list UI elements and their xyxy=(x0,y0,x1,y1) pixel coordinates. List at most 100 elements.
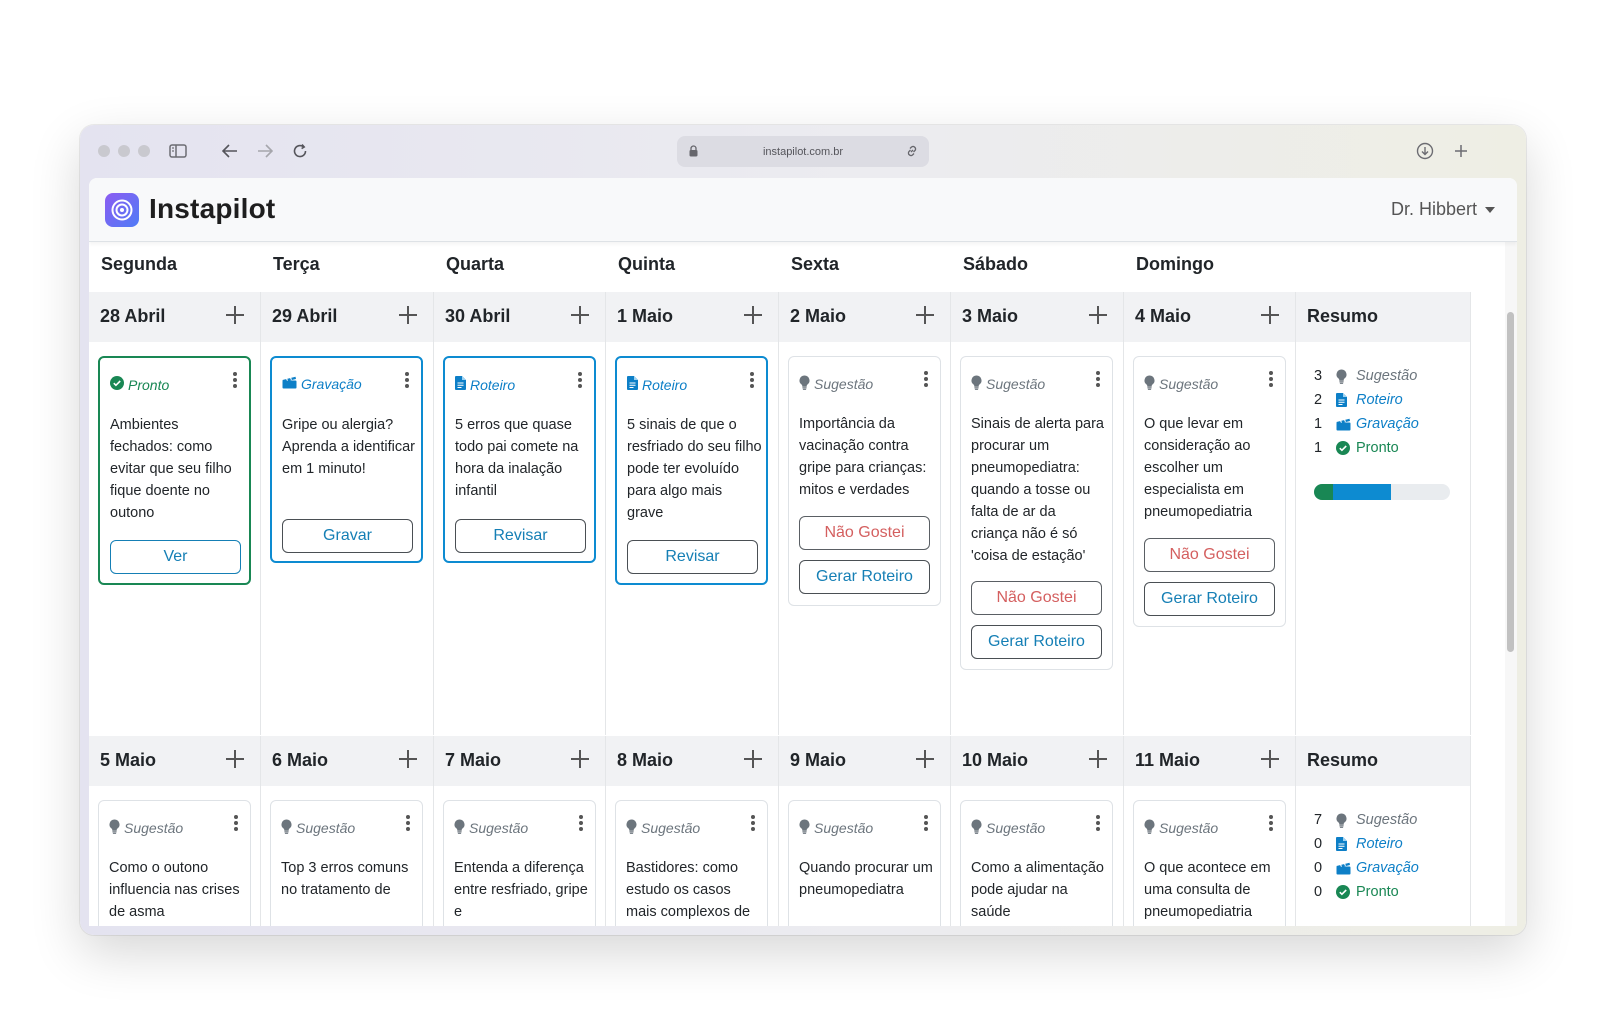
lightbulb-icon xyxy=(281,819,292,837)
generate-script-button[interactable]: Gerar Roteiro xyxy=(1144,582,1275,616)
summary-label: Pronto xyxy=(1356,440,1399,456)
more-options-icon[interactable] xyxy=(1269,371,1273,387)
post-card[interactable]: Sugestão O que levar em consideração ao e… xyxy=(1133,356,1286,627)
post-title: Como o outono influencia nas crises de a… xyxy=(109,860,240,920)
add-post-icon[interactable] xyxy=(571,306,589,324)
add-post-icon[interactable] xyxy=(1089,306,1107,324)
status-label: Roteiro xyxy=(642,376,688,393)
instapilot-logo[interactable] xyxy=(105,193,139,227)
add-post-icon[interactable] xyxy=(1261,306,1279,324)
lightbulb-icon xyxy=(799,819,810,837)
add-post-icon[interactable] xyxy=(744,306,762,324)
post-card[interactable]: Roteiro 5 erros que quase todo pai comete… xyxy=(443,356,596,563)
dislike-button[interactable]: Não Gostei xyxy=(1144,538,1275,572)
new-tab-icon[interactable] xyxy=(1447,137,1475,165)
add-post-icon[interactable] xyxy=(1089,750,1107,768)
more-options-icon[interactable] xyxy=(924,371,928,387)
add-post-icon[interactable] xyxy=(1261,750,1279,768)
post-card[interactable]: Sugestão Top 3 erros comuns no tratamento… xyxy=(270,800,423,926)
add-post-icon[interactable] xyxy=(226,306,244,324)
post-card[interactable]: Sugestão Como a alimentação pode ajudar n… xyxy=(960,800,1113,926)
review-button[interactable]: Revisar xyxy=(455,519,586,553)
review-button[interactable]: Revisar xyxy=(627,540,758,574)
post-card[interactable]: Sugestão Como o outono influencia nas cri… xyxy=(98,800,251,926)
dislike-button[interactable]: Não Gostei xyxy=(971,581,1102,615)
add-post-icon[interactable] xyxy=(744,750,762,768)
post-title: Ambientes fechados: como evitar que seu … xyxy=(110,417,232,521)
weekly-summary: 3 Sugestão 2 Roteiro 1 Gravação 1 Pronto xyxy=(1314,364,1454,460)
more-options-icon[interactable] xyxy=(924,815,928,831)
post-card[interactable]: Sugestão Quando procurar um pneumopediatr… xyxy=(788,800,941,926)
close-window-button[interactable] xyxy=(98,145,110,157)
generate-script-button[interactable]: Gerar Roteiro xyxy=(799,560,930,594)
more-options-icon[interactable] xyxy=(579,815,583,831)
brand-name[interactable]: Instapilot xyxy=(149,193,275,225)
more-options-icon[interactable] xyxy=(405,372,409,388)
more-options-icon[interactable] xyxy=(234,815,238,831)
scrollbar-thumb[interactable] xyxy=(1507,312,1514,652)
caret-down-icon xyxy=(1485,206,1495,213)
lightbulb-icon xyxy=(799,375,810,393)
sidebar-toggle-icon[interactable] xyxy=(164,137,192,165)
post-title: Bastidores: como estudo os casos mais co… xyxy=(626,860,751,920)
more-options-icon[interactable] xyxy=(751,815,755,831)
add-post-icon[interactable] xyxy=(916,306,934,324)
document-icon xyxy=(1336,837,1354,851)
generate-script-button[interactable]: Gerar Roteiro xyxy=(971,625,1102,659)
record-button[interactable]: Gravar xyxy=(282,519,413,553)
reload-icon[interactable] xyxy=(286,137,314,165)
maximize-window-button[interactable] xyxy=(138,145,150,157)
add-post-icon[interactable] xyxy=(399,750,417,768)
url-bar[interactable]: instapilot.com.br xyxy=(677,136,929,167)
status-badge: Sugestão xyxy=(1144,375,1218,393)
user-menu[interactable]: Dr. Hibbert xyxy=(1391,199,1495,220)
date-label: 4 Maio xyxy=(1135,306,1192,326)
post-card[interactable]: Sugestão O que acontece em uma consulta d… xyxy=(1133,800,1286,926)
summary-row-roteiro: 2 Roteiro xyxy=(1314,388,1454,412)
document-icon xyxy=(455,376,466,393)
date-label: 30 Abril xyxy=(445,306,511,326)
clapperboard-icon xyxy=(282,376,297,392)
date-header: 1 Maio xyxy=(606,292,779,342)
status-label: Gravação xyxy=(301,376,362,392)
weekly-summary: 7 Sugestão 0 Roteiro 0 Gravação 0 Pronto xyxy=(1314,808,1454,904)
link-icon[interactable] xyxy=(905,144,919,161)
post-title: Top 3 erros comuns no tratamento de xyxy=(281,860,409,898)
add-post-icon[interactable] xyxy=(571,750,589,768)
more-options-icon[interactable] xyxy=(1096,371,1100,387)
date-label: 8 Maio xyxy=(617,750,674,770)
more-options-icon[interactable] xyxy=(1269,815,1273,831)
dislike-button[interactable]: Não Gostei xyxy=(799,516,930,550)
date-label: 9 Maio xyxy=(790,750,847,770)
add-post-icon[interactable] xyxy=(226,750,244,768)
post-title: Quando procurar um pneumopediatra xyxy=(799,860,933,898)
post-card[interactable]: Sugestão Sinais de alerta para procurar u… xyxy=(960,356,1113,670)
lightbulb-icon xyxy=(1336,369,1354,384)
back-arrow-icon[interactable] xyxy=(216,137,244,165)
post-card[interactable]: Roteiro 5 sinais de que o resfriado do se… xyxy=(615,356,768,585)
add-post-icon[interactable] xyxy=(399,306,417,324)
post-card[interactable]: Sugestão Entenda a diferença entre resfri… xyxy=(443,800,596,926)
date-label: 5 Maio xyxy=(100,750,157,770)
summary-label: Gravação xyxy=(1356,860,1419,876)
weekday-6: Sábado xyxy=(963,254,1029,274)
post-card[interactable]: Sugestão Bastidores: como estudo os casos… xyxy=(615,800,768,926)
post-title: O que acontece em uma consulta de pneumo… xyxy=(1144,860,1271,920)
post-card[interactable]: Pronto Ambientes fechados: como evitar qu… xyxy=(98,356,251,585)
post-card[interactable]: Sugestão Importância da vacinação contra … xyxy=(788,356,941,606)
minimize-window-button[interactable] xyxy=(118,145,130,157)
day-column: Sugestão O que acontece em uma consulta d… xyxy=(1124,786,1296,926)
forward-arrow-icon[interactable] xyxy=(251,137,279,165)
add-post-icon[interactable] xyxy=(916,750,934,768)
post-card[interactable]: Gravação Gripe ou alergia? Aprenda a iden… xyxy=(270,356,423,563)
more-options-icon[interactable] xyxy=(578,372,582,388)
download-icon[interactable] xyxy=(1411,137,1439,165)
more-options-icon[interactable] xyxy=(233,372,237,388)
status-badge: Sugestão xyxy=(454,819,528,837)
more-options-icon[interactable] xyxy=(406,815,410,831)
view-button[interactable]: Ver xyxy=(110,540,241,574)
more-options-icon[interactable] xyxy=(750,372,754,388)
scrollbar[interactable] xyxy=(1505,242,1517,926)
day-column: Sugestão Como o outono influencia nas cri… xyxy=(89,786,261,926)
more-options-icon[interactable] xyxy=(1096,815,1100,831)
